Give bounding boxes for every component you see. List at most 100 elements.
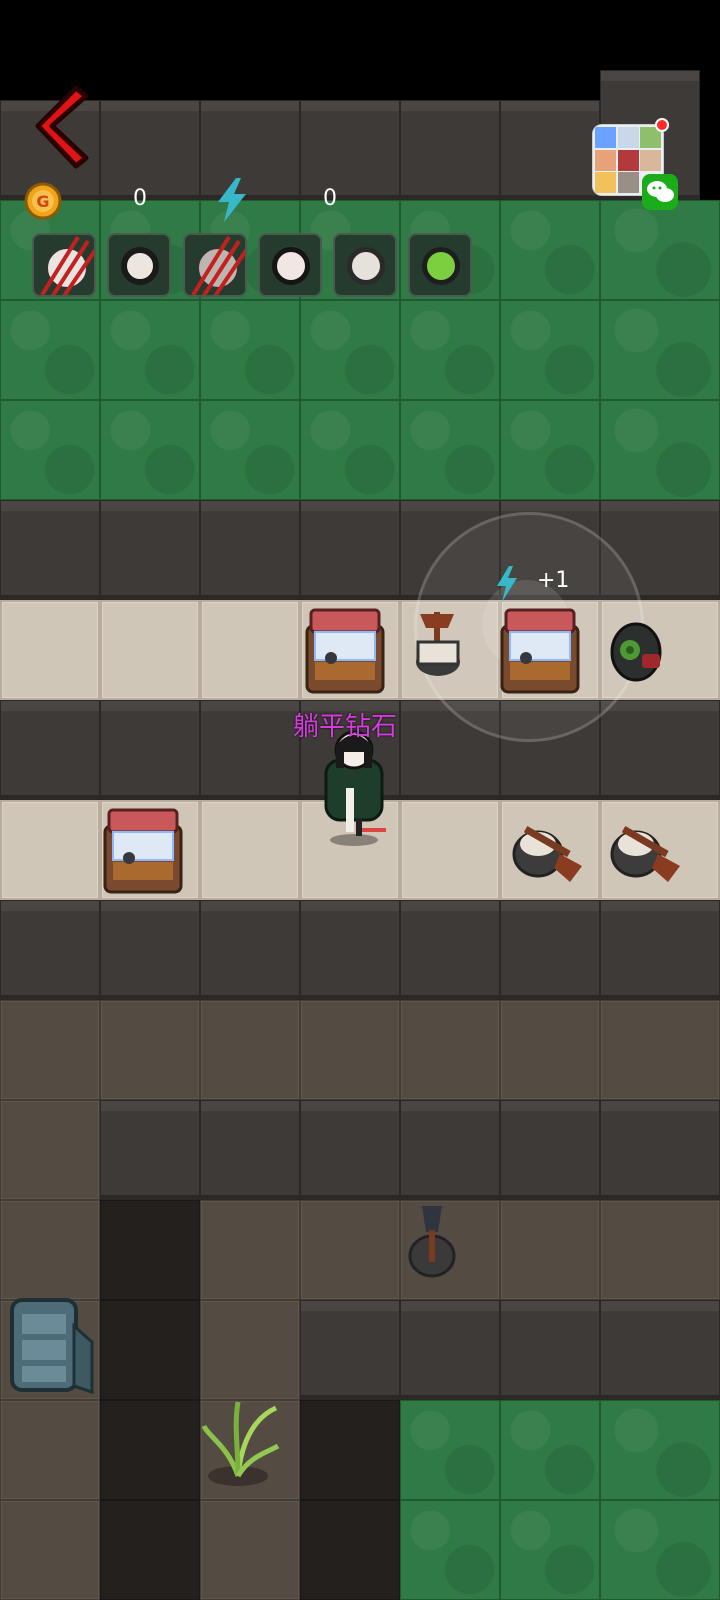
scratch-mark-icon (191, 235, 245, 295)
dark-floor-tile[interactable] (200, 1000, 300, 1100)
pit-tile (100, 1400, 200, 1500)
dark-floor-tile[interactable] (200, 1200, 300, 1300)
wall-tile (400, 1100, 500, 1200)
grass-tile (400, 400, 500, 500)
locker[interactable] (8, 1296, 94, 1396)
wall-tile (400, 1300, 500, 1400)
bucket-broom[interactable] (508, 818, 588, 886)
wall-tile (500, 1300, 600, 1400)
grass-tile (500, 200, 600, 300)
gas-mask[interactable] (608, 620, 668, 688)
dark-floor-tile[interactable] (500, 1200, 600, 1300)
dark-floor-tile[interactable] (0, 1400, 100, 1500)
avatar-gray-ghost[interactable] (183, 233, 247, 297)
avatar-black-hair-boy[interactable] (107, 233, 171, 297)
avatar-glasses-girl[interactable] (333, 233, 397, 297)
pit-tile (100, 1200, 200, 1300)
grass-tile (400, 300, 500, 400)
bucket-shovel[interactable] (404, 1202, 460, 1282)
bucket-broom[interactable] (408, 606, 472, 686)
wall-tile (600, 700, 720, 800)
grass-tile (0, 400, 100, 500)
grass-tile (400, 1500, 500, 1600)
dark-floor-tile[interactable] (300, 1000, 400, 1100)
dark-floor-tile[interactable] (0, 1000, 100, 1100)
potted-plant (201, 1401, 280, 1486)
floor-tile[interactable] (200, 600, 300, 700)
wall-tile (100, 100, 200, 200)
back-button[interactable] (26, 84, 96, 174)
wall-tile (200, 500, 300, 600)
dark-floor-tile[interactable] (300, 1200, 400, 1300)
wall-tile (0, 500, 100, 600)
wall-tile (100, 500, 200, 600)
dark-floor-tile[interactable] (0, 1100, 100, 1200)
arcade-machine[interactable] (101, 808, 185, 896)
avatar-bow-girl[interactable] (258, 233, 322, 297)
scratch-mark-icon (40, 235, 94, 295)
lightning-bolt-icon (497, 566, 517, 602)
lightning-bolt-icon (218, 178, 246, 222)
arcade-machine[interactable] (498, 608, 582, 696)
avatar-white-hair-ghost[interactable] (32, 233, 96, 297)
wall-tile (200, 1100, 300, 1200)
wall-tile (300, 900, 400, 1000)
dark-floor-tile[interactable] (0, 1500, 100, 1600)
wechat-miniapp-button[interactable] (592, 118, 684, 212)
grass-tile (300, 300, 400, 400)
floor-tile[interactable] (0, 800, 100, 900)
grass-tile (600, 400, 720, 500)
grass-tile (100, 400, 200, 500)
grass-tile (500, 400, 600, 500)
wall-tile (600, 1300, 720, 1400)
pit-tile (300, 1500, 400, 1600)
wall-tile (0, 900, 100, 1000)
wall-tile (100, 700, 200, 800)
grass-tile (200, 300, 300, 400)
grass-tile (600, 1500, 720, 1600)
dark-floor-tile[interactable] (500, 1000, 600, 1100)
wall-tile (300, 1300, 400, 1400)
grass-tile (500, 300, 600, 400)
floor-tile[interactable] (0, 600, 100, 700)
bucket-broom[interactable] (606, 818, 686, 886)
pit-tile (100, 1500, 200, 1600)
wall-tile (400, 100, 500, 200)
wall-tile (500, 100, 600, 200)
wall-tile (200, 900, 300, 1000)
dark-floor-tile[interactable] (400, 1000, 500, 1100)
grass-tile (600, 300, 720, 400)
grass-tile (0, 300, 100, 400)
wall-tile (500, 1100, 600, 1200)
energy-gain-label: +1 (537, 568, 570, 593)
grass-tile (500, 1400, 600, 1500)
notification-dot (655, 118, 669, 132)
wall-tile (300, 1100, 400, 1200)
wechat-icon (642, 174, 678, 210)
dark-floor-tile[interactable] (200, 1300, 300, 1400)
wall-tile (600, 900, 720, 1000)
svg-text:G: G (36, 192, 49, 211)
dark-floor-tile[interactable] (100, 1000, 200, 1100)
player-character[interactable] (318, 728, 390, 846)
wall-tile (500, 900, 600, 1000)
floor-tile[interactable] (100, 600, 200, 700)
dark-floor-tile[interactable] (200, 1500, 300, 1600)
dark-floor-tile[interactable] (600, 1000, 720, 1100)
wall-tile (600, 1100, 720, 1200)
wall-tile (400, 900, 500, 1000)
wall-tile (300, 100, 400, 200)
grass-tile (300, 400, 400, 500)
arcade-machine[interactable] (303, 608, 387, 696)
floor-tile[interactable] (400, 800, 500, 900)
coin-g-icon: G (24, 182, 62, 220)
pit-tile (100, 1300, 200, 1400)
grass-tile (600, 1400, 720, 1500)
grass-tile (200, 400, 300, 500)
wall-tile (100, 900, 200, 1000)
grass-tile (600, 200, 720, 300)
floor-tile[interactable] (200, 800, 300, 900)
dark-floor-tile[interactable] (0, 1200, 100, 1300)
avatar-green-zombie[interactable] (408, 233, 472, 297)
dark-floor-tile[interactable] (600, 1200, 720, 1300)
